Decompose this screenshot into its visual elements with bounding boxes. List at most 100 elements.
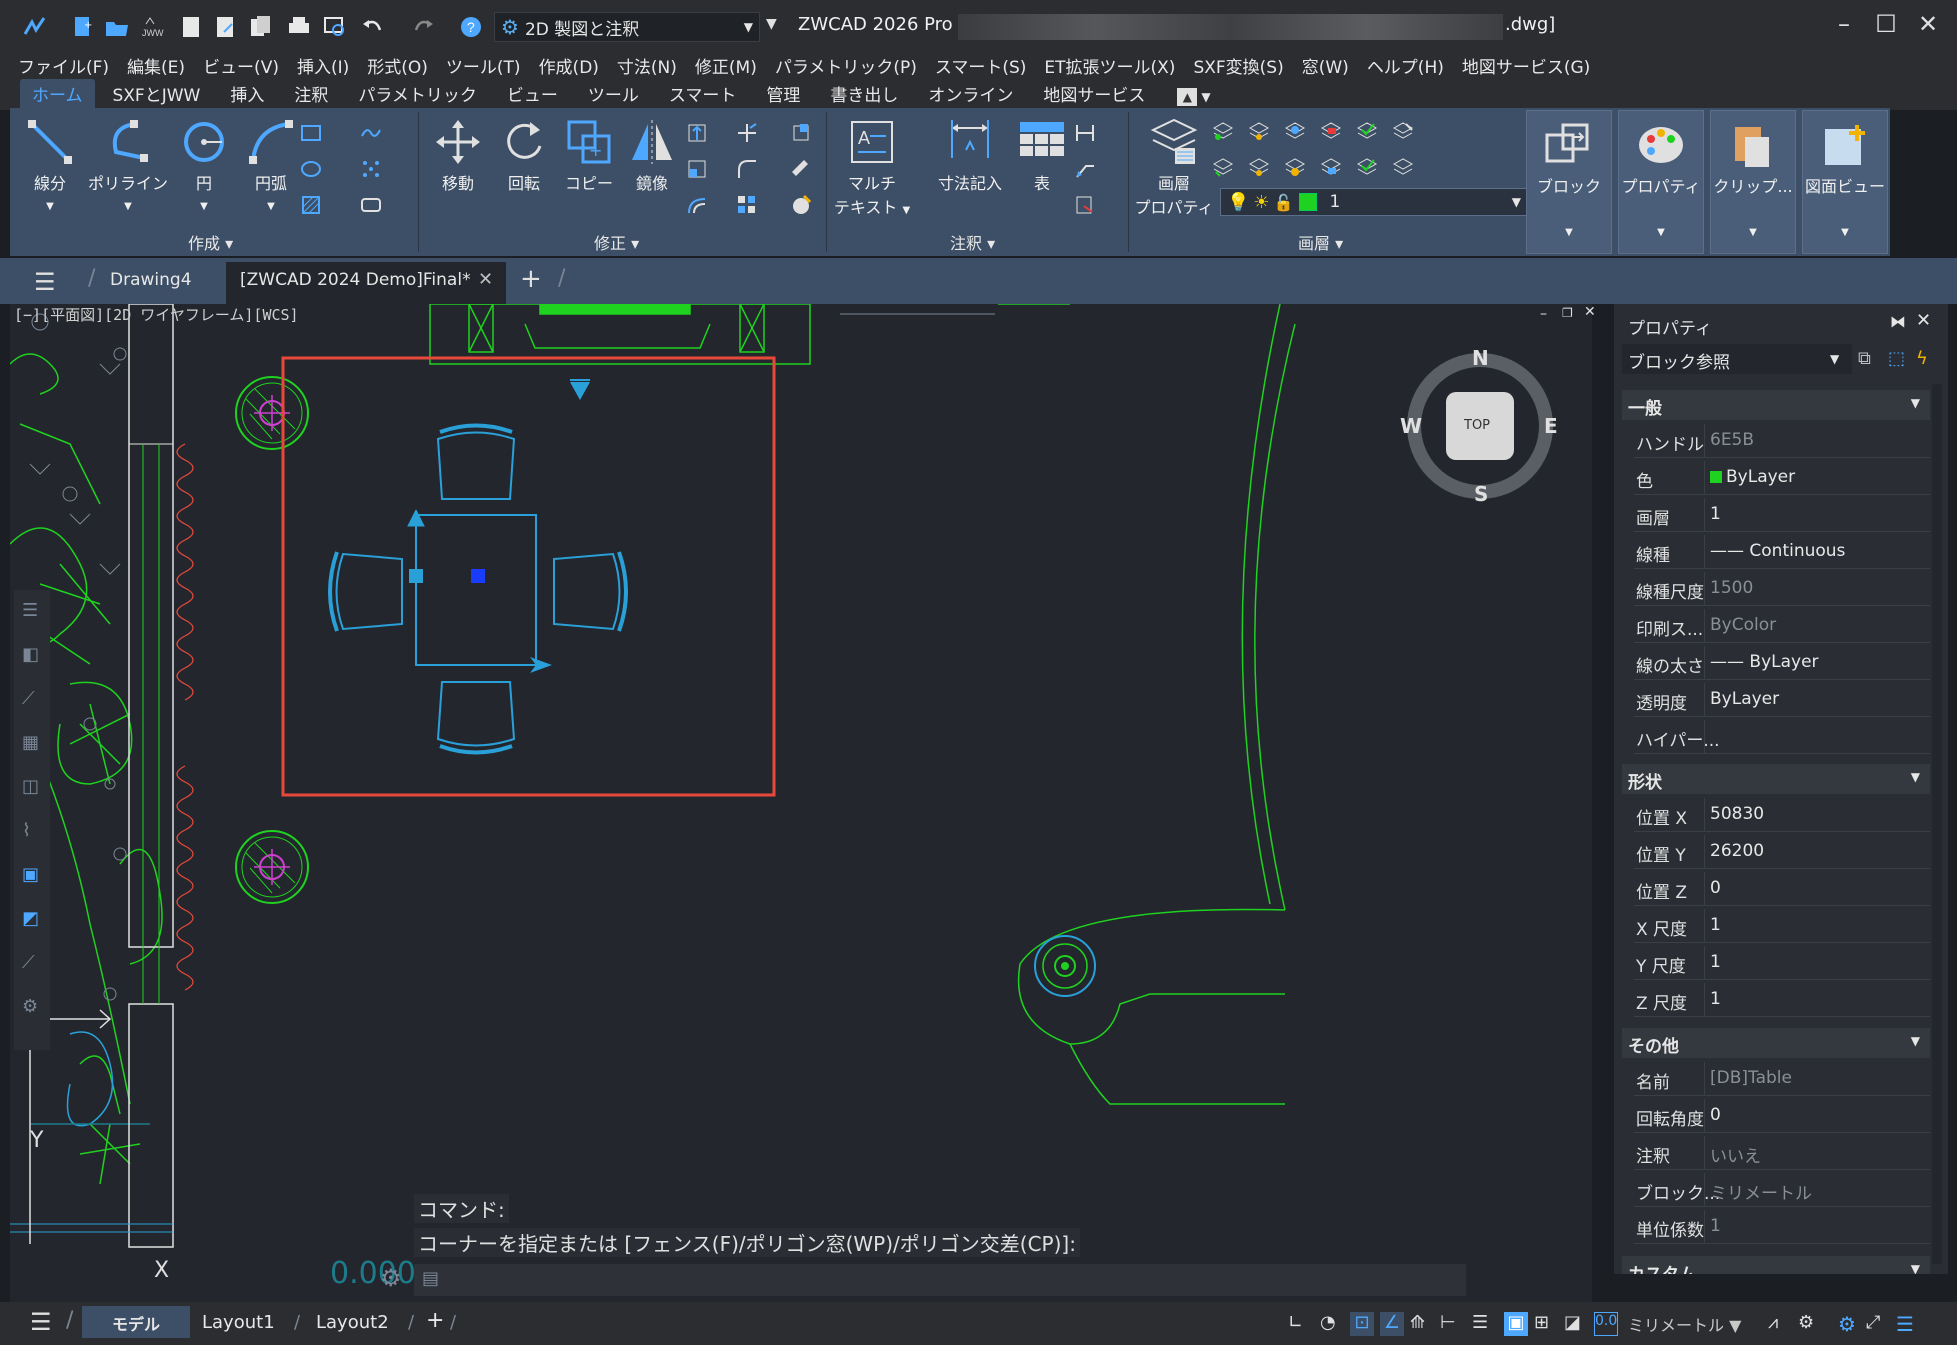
auto-hide-icon[interactable]: ⧓ <box>1890 312 1906 331</box>
property-row[interactable]: 画層 1 <box>1634 498 1930 532</box>
property-value[interactable]: 6E5B <box>1710 430 1754 450</box>
new-file-icon[interactable]: + <box>70 14 96 40</box>
fullscreen-icon[interactable]: ⤢ <box>1866 1312 1890 1336</box>
trim-icon[interactable] <box>736 122 758 144</box>
layer-freeze-icon[interactable] <box>1284 120 1306 142</box>
viewcube-west[interactable]: W <box>1400 414 1422 438</box>
properties-scrollbar[interactable] <box>1932 384 1942 1264</box>
chevron-down-icon[interactable]: ▼ <box>1201 90 1210 104</box>
erase-icon[interactable] <box>790 158 812 180</box>
tab-layout1[interactable]: Layout1 <box>202 1312 275 1333</box>
command-history-icon[interactable]: ▤ <box>422 1268 439 1289</box>
viewport-minimize-icon[interactable]: – <box>1540 306 1547 322</box>
property-value[interactable]: 1 <box>1710 504 1721 524</box>
tab-model[interactable]: モデル <box>82 1306 190 1338</box>
property-row[interactable]: 線種尺度 1500 <box>1634 572 1930 606</box>
point-icon[interactable] <box>360 158 382 180</box>
layer-change-icon[interactable] <box>1356 156 1378 178</box>
mirror-button[interactable]: 鏡像 <box>622 118 682 194</box>
menu-help[interactable]: ヘルプ(H) <box>1367 53 1444 78</box>
rectangle-icon[interactable] <box>300 122 322 144</box>
property-value[interactable]: 1500 <box>1710 578 1753 598</box>
menu-hamburger-icon[interactable]: ☰ <box>34 268 56 296</box>
tool-icon[interactable]: ⟋ <box>22 952 35 973</box>
array-icon[interactable] <box>736 194 758 216</box>
layer-properties-button[interactable]: 画層 プロパティ <box>1132 118 1216 218</box>
ellipse-icon[interactable] <box>300 158 322 180</box>
tool-icon[interactable]: ◧ <box>22 644 39 665</box>
property-row[interactable]: 注釈 いいえ <box>1634 1136 1930 1170</box>
property-row[interactable]: 位置 Y 26200 <box>1634 835 1930 869</box>
section-geometry[interactable]: 形状 ▼ <box>1622 764 1930 794</box>
explode-icon[interactable] <box>790 122 812 144</box>
lineweight-icon[interactable]: ☰ <box>1472 1312 1496 1336</box>
property-value[interactable]: 0 <box>1710 1105 1721 1125</box>
table-button[interactable]: 表 <box>1012 118 1072 194</box>
tab-tools[interactable]: ツール <box>576 79 651 110</box>
gear-icon[interactable]: ⚙ <box>380 1264 402 1292</box>
print-icon[interactable] <box>286 14 312 40</box>
drawing-canvas[interactable]: – ︿ <box>10 304 1592 1302</box>
viewcube[interactable]: N S E W TOP <box>1400 346 1560 506</box>
property-row[interactable]: 線の太さ —— ByLayer <box>1634 646 1930 680</box>
close-tab-icon[interactable]: ✕ <box>478 269 493 290</box>
layer-unlock-icon[interactable] <box>1320 156 1342 178</box>
move-button[interactable]: 移動 <box>428 118 488 194</box>
menu-insert[interactable]: 挿入(I) <box>297 53 349 78</box>
open-folder-icon[interactable] <box>104 14 130 40</box>
add-layout-button[interactable]: + <box>426 1308 444 1333</box>
viewcube-north[interactable]: N <box>1472 346 1489 370</box>
layer-isolate-icon[interactable] <box>1248 120 1270 142</box>
viewport-label[interactable]: [−][平面図][2D ワイヤフレーム][WCS] <box>14 304 299 325</box>
menu-modify[interactable]: 修正(M) <box>695 53 757 78</box>
tool-icon[interactable]: ⟋ <box>22 688 35 709</box>
rotate-button[interactable]: 回転 <box>494 118 554 194</box>
tab-view[interactable]: ビュー <box>495 79 570 110</box>
close-window-button[interactable]: ✕ <box>1910 10 1946 42</box>
property-row[interactable]: 回転角度 0 <box>1634 1099 1930 1133</box>
viewport-restore-icon[interactable]: ❐ <box>1562 306 1573 320</box>
settings-gear-icon[interactable]: ⚙ <box>1838 1312 1862 1336</box>
menu-hamburger-icon[interactable]: ☰ <box>30 1308 52 1336</box>
property-row[interactable]: ハンドル 6E5B <box>1634 424 1930 458</box>
command-input[interactable]: ▤ <box>414 1264 1466 1296</box>
block-button[interactable]: ブロック ▼ <box>1526 110 1612 254</box>
property-value[interactable]: 26200 <box>1710 841 1764 861</box>
section-custom[interactable]: カスタム▼ <box>1622 1256 1930 1274</box>
menu-dimension[interactable]: 寸法(N) <box>617 53 677 78</box>
tool-icon[interactable]: ◫ <box>22 776 39 797</box>
copy-button[interactable]: + コピー <box>558 118 620 194</box>
print-preview-icon[interactable] <box>322 14 348 40</box>
viewcube-south[interactable]: S <box>1474 482 1488 506</box>
stretch-icon[interactable] <box>686 122 708 144</box>
region-icon[interactable] <box>360 194 382 216</box>
menu-map-service[interactable]: 地図サービス(G) <box>1462 53 1590 78</box>
mtext-button[interactable]: A マルチ テキスト ▼ <box>832 118 912 218</box>
menu-sxf[interactable]: SXF変換(S) <box>1193 53 1283 78</box>
modify-panel-label[interactable]: 修正 ▾ <box>594 230 639 254</box>
property-row[interactable]: 透明度 ByLayer <box>1634 683 1930 717</box>
workspace-select[interactable]: ⚙ 2D 製図と注釈 ▼ <box>494 12 760 42</box>
tab-insert[interactable]: 挿入 <box>218 79 276 110</box>
tab-home[interactable]: ホーム <box>20 79 95 110</box>
menu-view[interactable]: ビュー(V) <box>203 53 279 78</box>
selection-type-select[interactable]: ブロック参照 ▼ <box>1622 344 1852 374</box>
save-icon[interactable] <box>178 14 204 40</box>
match-props-icon[interactable] <box>790 194 812 216</box>
layer-dropdown[interactable]: 💡 ☀ 🔓 1 ▼ <box>1220 188 1530 216</box>
markup-icon[interactable] <box>1074 194 1096 216</box>
help-icon[interactable]: ? <box>458 14 484 40</box>
layer-lock-icon[interactable] <box>1320 120 1342 142</box>
property-row[interactable]: 位置 Z 0 <box>1634 872 1930 906</box>
add-tab-button[interactable]: + <box>520 264 542 294</box>
property-row[interactable]: Z 尺度 1 <box>1634 983 1930 1017</box>
property-value[interactable]: いいえ <box>1710 1142 1761 1167</box>
property-value[interactable]: ByLayer <box>1710 689 1779 709</box>
annotation-panel-label[interactable]: 注釈 ▾ <box>950 230 995 254</box>
tab-parametric[interactable]: パラメトリック <box>346 79 489 110</box>
property-value[interactable]: 1 <box>1710 989 1721 1009</box>
sheet-view-button[interactable]: 図面ビュー ▼ <box>1802 110 1888 254</box>
tool-icon[interactable]: ▦ <box>22 732 39 753</box>
tool-icon[interactable]: ⌇ <box>22 820 31 841</box>
customize-qa-icon[interactable]: ▼ <box>766 16 777 32</box>
